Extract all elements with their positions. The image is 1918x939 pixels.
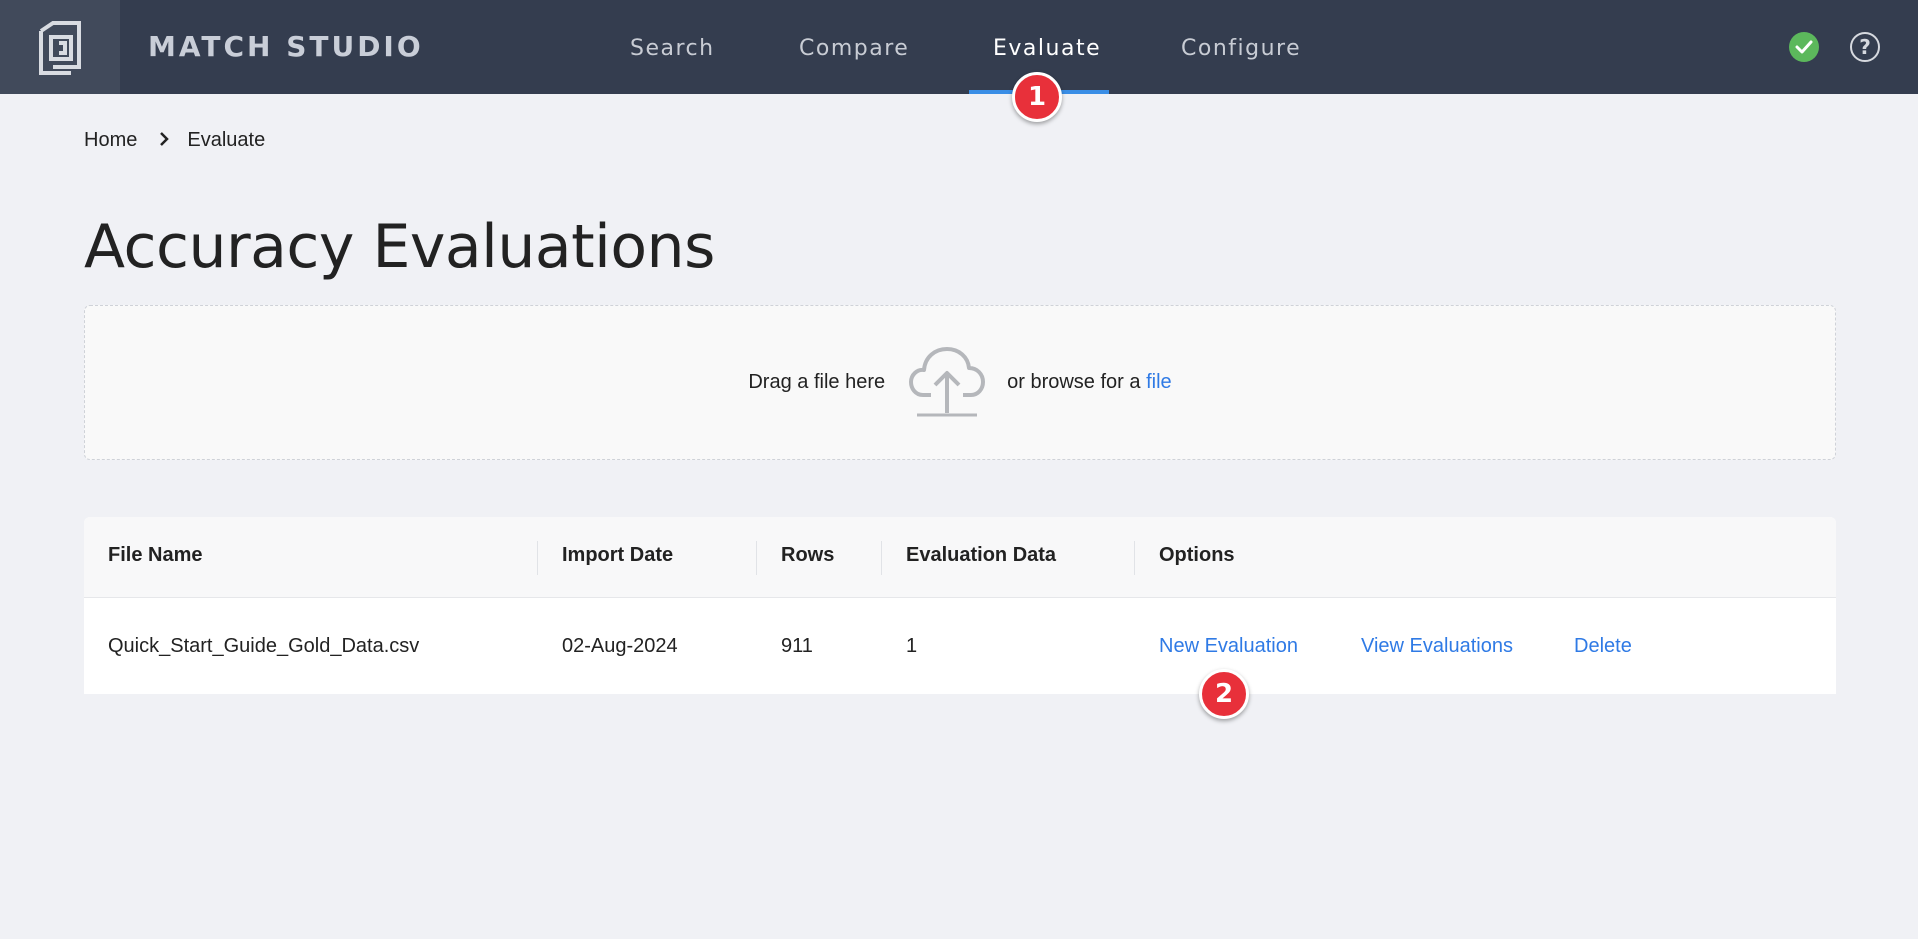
evaluations-table: File Name Import Date Rows Evaluation Da…: [84, 517, 1836, 694]
table-header: File Name Import Date Rows Evaluation Da…: [84, 517, 1836, 598]
column-divider: [756, 541, 757, 575]
annotation-badge-1: 1: [1012, 72, 1062, 122]
column-divider: [881, 541, 882, 575]
column-divider: [1134, 541, 1135, 575]
breadcrumb: Home Evaluate: [84, 127, 265, 153]
breadcrumb-home[interactable]: Home: [84, 129, 137, 152]
check-circle-icon[interactable]: [1789, 32, 1819, 62]
nav-search[interactable]: Search: [630, 36, 715, 61]
column-header-rows[interactable]: Rows: [781, 544, 834, 567]
chevron-right-icon: [159, 127, 170, 153]
cell-file-name: Quick_Start_Guide_Gold_Data.csv: [108, 635, 420, 657]
breadcrumb-current: Evaluate: [187, 128, 266, 151]
cell-evaluation-data: 1: [906, 635, 918, 657]
column-divider: [537, 541, 538, 575]
dropzone-drag-text: Drag a file here: [748, 371, 886, 393]
nav-compare[interactable]: Compare: [799, 36, 909, 61]
help-icon[interactable]: ?: [1850, 32, 1880, 62]
column-header-options: Options: [1159, 544, 1235, 566]
annotation-badge-2: 2: [1199, 669, 1249, 719]
logo-icon: [39, 21, 81, 75]
new-evaluation-link[interactable]: New Evaluation: [1159, 635, 1298, 658]
column-header-evaluation-data[interactable]: Evaluation Data: [906, 544, 1056, 567]
delete-link[interactable]: Delete: [1574, 635, 1632, 658]
browse-file-link[interactable]: file: [1146, 371, 1172, 394]
column-header-import-date[interactable]: Import Date: [562, 544, 673, 567]
nav-evaluate[interactable]: Evaluate: [993, 36, 1101, 61]
top-nav-bar: MATCH STUDIO Search Compare Evaluate Con…: [0, 0, 1918, 94]
cell-import-date: 02-Aug-2024: [562, 635, 678, 657]
file-dropzone[interactable]: Drag a file here or browse for a file: [84, 305, 1836, 460]
app-logo[interactable]: [0, 0, 120, 94]
nav-configure[interactable]: Configure: [1181, 36, 1301, 61]
view-evaluations-link[interactable]: View Evaluations: [1361, 635, 1513, 658]
app-brand: MATCH STUDIO: [148, 30, 424, 63]
column-header-file-name[interactable]: File Name: [108, 544, 202, 567]
cell-rows: 911: [781, 635, 813, 657]
dropzone-browse-text: or browse for a: [1007, 371, 1141, 393]
page-title: Accuracy Evaluations: [84, 212, 715, 282]
cloud-upload-icon: [909, 343, 986, 423]
